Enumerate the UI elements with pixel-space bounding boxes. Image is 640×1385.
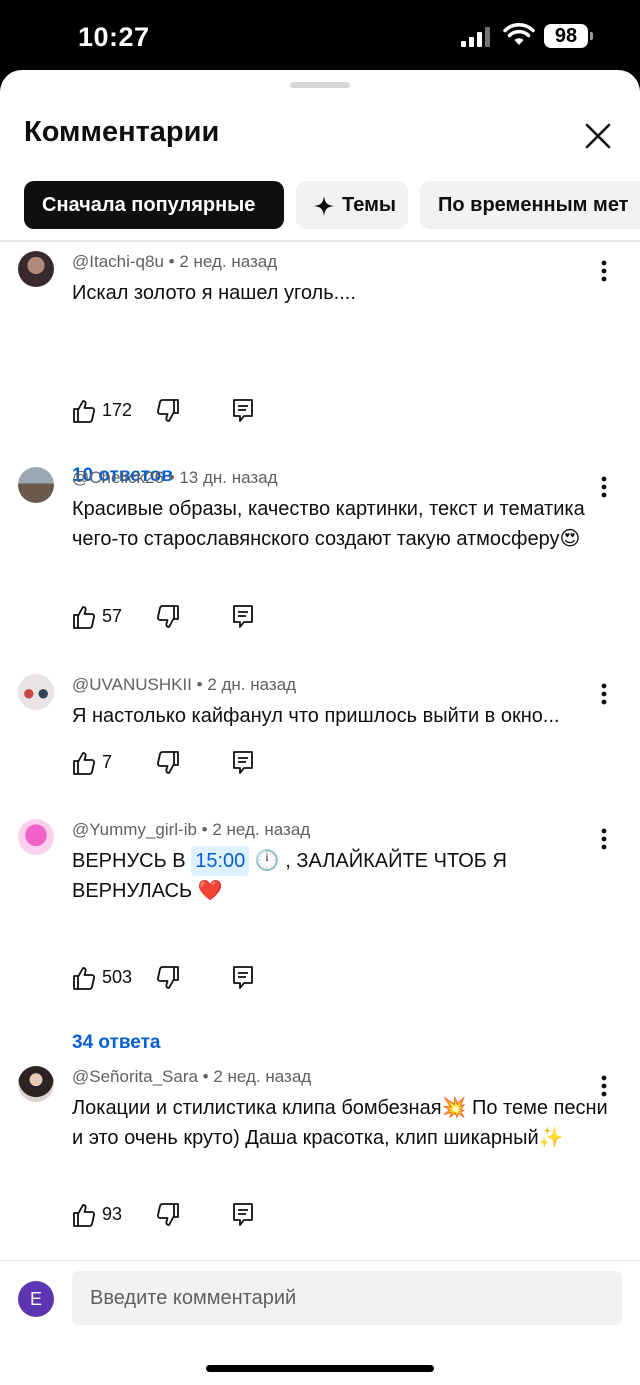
comments-sheet: Комментарии Сначала популярные Темы По в…: [0, 70, 640, 1385]
reply-comment-icon: [233, 399, 253, 422]
comment-author[interactable]: @Chelick26: [72, 468, 164, 487]
comment-meta: @UVANUSHKII • 2 дн. назад: [72, 675, 297, 694]
reply-comment-icon: [233, 1203, 253, 1226]
comment-author[interactable]: @Señorita_Sara: [72, 1067, 198, 1086]
avatar[interactable]: [18, 251, 54, 287]
comment-author[interactable]: @Yummy_girl-ib: [72, 820, 197, 839]
comment-age: 13 дн. назад: [179, 468, 278, 487]
like-button[interactable]: 172: [72, 396, 142, 426]
thumb-down-icon: [156, 399, 179, 422]
chip-label: Сначала популярные: [42, 194, 256, 216]
status-time: 10:27: [78, 22, 150, 52]
comment-meta: @Itachi-q8u • 2 нед. назад: [72, 252, 278, 271]
comment-author[interactable]: @UVANUSHKII: [72, 675, 192, 694]
comment-text: Искал золото я нашел уголь....: [72, 282, 356, 304]
dislike-button[interactable]: [156, 602, 182, 632]
like-count: 57: [102, 606, 123, 626]
comment-text: Локации и стилистика клипа бомбезная💥 По…: [72, 1097, 608, 1149]
like-button[interactable]: 57: [72, 602, 142, 632]
chip-label: По временным мет: [438, 194, 629, 216]
comment-age: 2 нед. назад: [179, 252, 278, 271]
dislike-button[interactable]: [156, 396, 182, 426]
comment-text: Красивые образы, качество картинки, текс…: [72, 498, 585, 550]
thumb-up-icon: [73, 400, 96, 423]
reply-button[interactable]: [232, 963, 256, 993]
thumb-down-icon: [156, 1203, 179, 1226]
like-count: 503: [102, 967, 133, 987]
signal-icon: [461, 27, 490, 47]
battery-tip: [590, 32, 593, 40]
thumb-down-icon: [156, 751, 179, 774]
chip-timestamps[interactable]: По временным мет: [420, 181, 640, 229]
wifi-icon: [503, 23, 535, 45]
reply-comment-icon: [233, 966, 253, 989]
avatar[interactable]: [18, 467, 54, 503]
dislike-button[interactable]: [156, 1200, 182, 1230]
reply-button[interactable]: [232, 602, 256, 632]
comment-text: Я настолько кайфанул что пришлось выйти …: [72, 705, 560, 727]
thumb-up-icon: [73, 967, 96, 990]
reply-comment-icon: [233, 751, 253, 774]
comment-author[interactable]: @Itachi-q8u: [72, 252, 164, 271]
avatar[interactable]: [18, 819, 54, 855]
comment-input[interactable]: [72, 1271, 622, 1325]
like-count: 93: [102, 1204, 123, 1224]
reply-comment-icon: [233, 605, 253, 628]
avatar[interactable]: [18, 674, 54, 710]
view-replies-link[interactable]: 34 ответа: [72, 1032, 160, 1054]
composer-divider: [0, 1260, 640, 1261]
close-icon[interactable]: [578, 116, 618, 156]
sparkle-icon: [314, 195, 334, 216]
user-avatar[interactable]: E: [18, 1281, 54, 1317]
comment-text: ВЕРНУСЬ В 15:00 🕛 , ЗАЛАЙКАЙТЕ ЧТОБ Я ВЕ…: [72, 846, 612, 906]
header-divider: [0, 240, 640, 242]
dislike-button[interactable]: [156, 748, 182, 778]
comment-age: 2 нед. назад: [212, 820, 311, 839]
comment-meta: @Yummy_girl-ib • 2 нед. назад: [72, 820, 311, 839]
reply-button[interactable]: [232, 748, 256, 778]
like-button[interactable]: 93: [72, 1200, 142, 1230]
like-count: 7: [102, 752, 113, 772]
reply-button[interactable]: [232, 1200, 256, 1230]
comment-meta: @Chelick26 • 13 дн. назад: [72, 468, 278, 487]
thumb-down-icon: [156, 966, 179, 989]
dislike-button[interactable]: [156, 963, 182, 993]
home-indicator[interactable]: [206, 1365, 434, 1372]
comment-age: 2 нед. назад: [213, 1067, 312, 1086]
thumb-up-icon: [73, 1204, 96, 1227]
drag-handle[interactable]: [290, 82, 350, 88]
reply-button[interactable]: [232, 396, 256, 426]
chip-topics[interactable]: Темы: [296, 181, 408, 229]
like-button[interactable]: 7: [72, 748, 142, 778]
comment-age: 2 дн. назад: [207, 675, 297, 694]
battery-indicator: 98: [544, 24, 588, 48]
thumb-down-icon: [156, 605, 179, 628]
comment-meta: @Señorita_Sara • 2 нед. назад: [72, 1067, 312, 1086]
chip-top-comments[interactable]: Сначала популярные: [24, 181, 284, 229]
like-count: 172: [102, 400, 133, 420]
thumb-up-icon: [73, 606, 96, 629]
sheet-title: Комментарии: [24, 116, 220, 148]
timestamp-link[interactable]: 15:00: [191, 846, 250, 876]
avatar[interactable]: [18, 1066, 54, 1102]
status-bar: 10:27 98: [0, 0, 640, 72]
comment-text-part: ВЕРНУСЬ В: [72, 850, 192, 872]
like-button[interactable]: 503: [72, 963, 142, 993]
chip-label: Темы: [342, 194, 396, 216]
thumb-up-icon: [73, 752, 96, 775]
